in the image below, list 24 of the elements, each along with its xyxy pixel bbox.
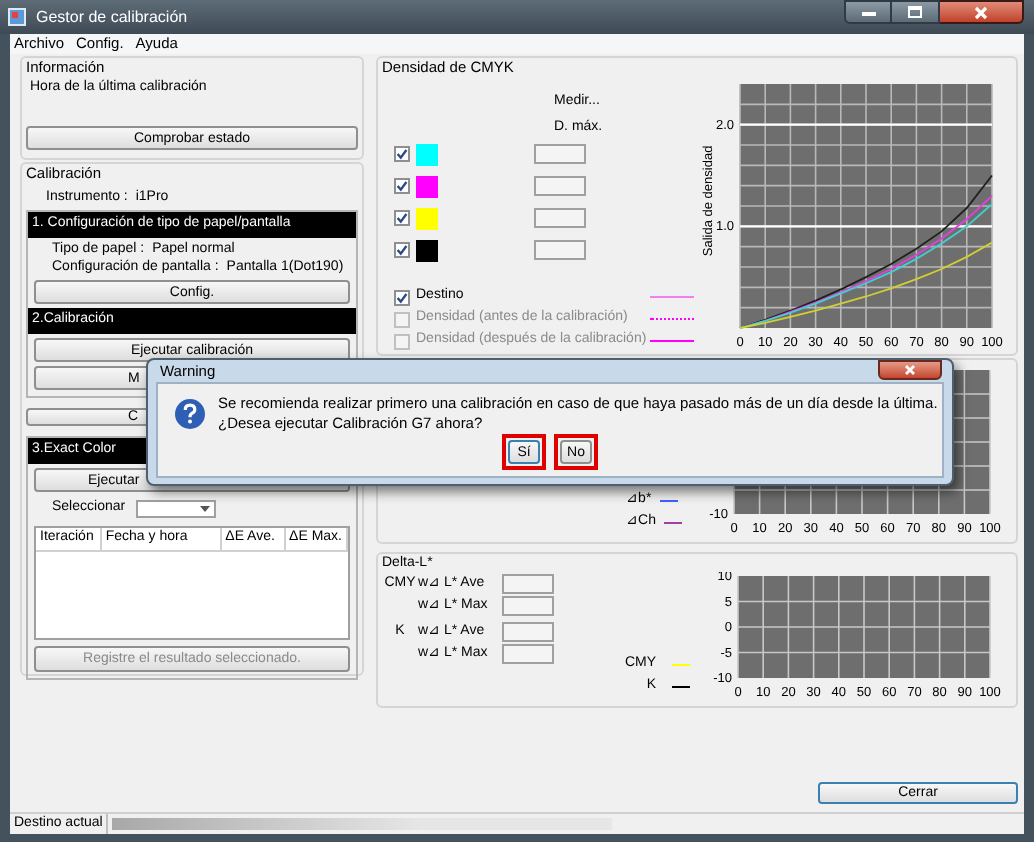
close-button[interactable] [878, 360, 942, 380]
app-icon [8, 8, 26, 26]
close-icon [974, 5, 988, 19]
checkbox[interactable] [394, 178, 410, 194]
question-icon [174, 398, 206, 431]
checkbox[interactable] [394, 210, 410, 226]
input-field[interactable] [502, 644, 554, 664]
caret-icon [199, 505, 210, 512]
checkbox[interactable] [394, 242, 410, 258]
input-field[interactable] [502, 622, 554, 642]
checkbox[interactable] [394, 146, 410, 162]
minimize-button[interactable] [844, 0, 892, 24]
checkbox[interactable] [394, 289, 410, 305]
close-icon [904, 364, 916, 376]
input-field[interactable] [534, 240, 586, 260]
close-button[interactable] [940, 0, 1024, 24]
input-field[interactable] [534, 208, 586, 228]
input-field[interactable] [502, 596, 554, 616]
input-field[interactable] [534, 144, 586, 164]
maximize-button[interactable] [892, 0, 940, 24]
input-field[interactable] [534, 176, 586, 196]
select-dropdown[interactable] [135, 499, 216, 518]
input-field[interactable] [502, 574, 554, 594]
window-title: Gestor de calibración [36, 5, 188, 29]
